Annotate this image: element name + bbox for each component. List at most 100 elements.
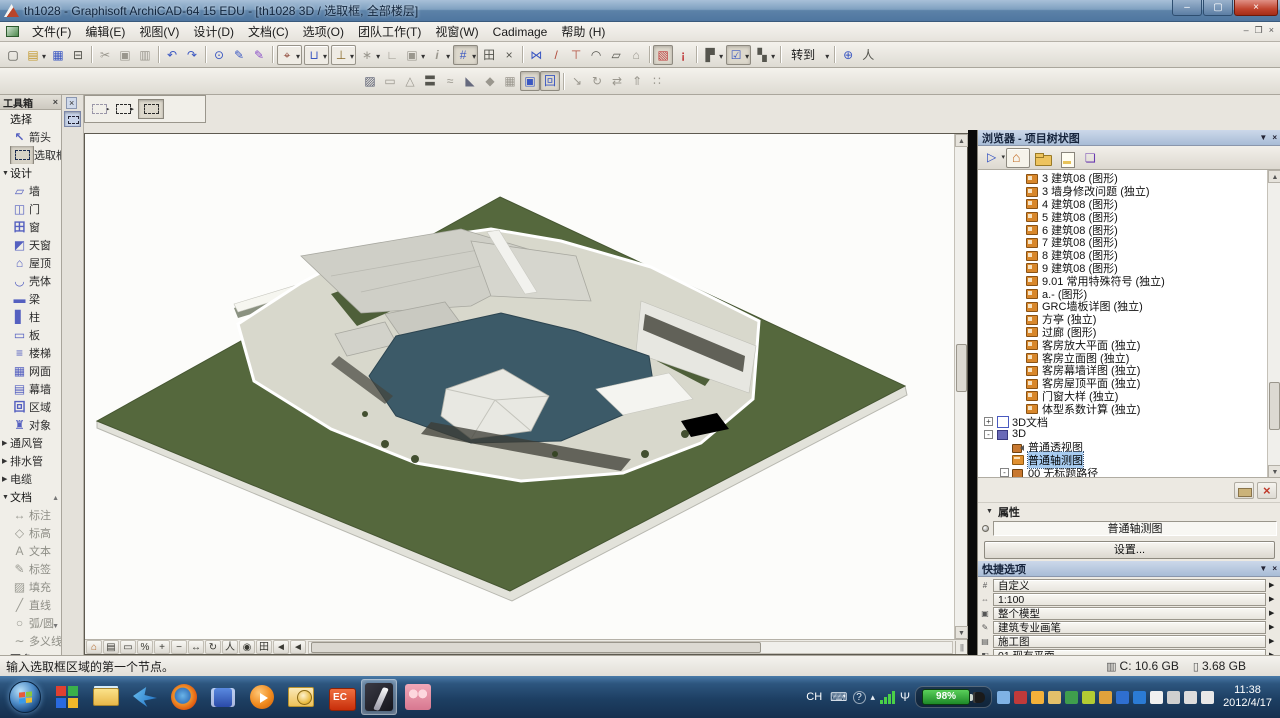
dropdown-caret-icon[interactable] — [41, 46, 46, 64]
roof-display-icon[interactable]: △ — [400, 71, 420, 91]
marquee-rectangle-icon[interactable] — [114, 102, 134, 116]
tree-expander-icon[interactable] — [1014, 251, 1023, 260]
quick-option-value[interactable]: 建筑专业画笔 — [993, 621, 1266, 634]
separator[interactable] — [519, 45, 526, 65]
separator[interactable] — [831, 45, 838, 65]
tree-item[interactable]: - 00 无标题路径 — [978, 466, 1266, 478]
onscreen-view-options-icon[interactable]: ☑ — [726, 45, 751, 65]
toolbox-item[interactable]: ▋ 柱 — [0, 308, 61, 326]
redo-icon[interactable]: ↷ — [182, 45, 202, 65]
tree-item[interactable]: 9.01 常用特殊符号 (独立) — [978, 274, 1266, 287]
save-icon[interactable]: ▦ — [48, 45, 68, 65]
mirror-icon[interactable]: ⇄ — [607, 71, 627, 91]
inject-parameters-icon[interactable]: ✎ — [249, 45, 269, 65]
tree-item[interactable]: 客房屋顶平面 (独立) — [978, 377, 1266, 390]
device-tray-icon[interactable] — [1167, 691, 1180, 704]
toolbox-item[interactable]: ↖ 箭头 — [0, 128, 61, 146]
gravity-icon[interactable]: ⊥ — [331, 45, 356, 65]
separator[interactable] — [269, 45, 276, 65]
marker-display-icon[interactable]: ◆ — [480, 71, 500, 91]
title-bar[interactable]: th1028 - Graphisoft ArchiCAD-64 15 EDU -… — [0, 0, 1280, 22]
walk-mode-icon[interactable]: 人 — [858, 45, 878, 65]
quick-option-value[interactable]: 自定义 — [993, 579, 1266, 592]
previous-zoom-icon[interactable]: ◄ — [273, 640, 289, 654]
tree-expander-icon[interactable] — [1014, 340, 1023, 349]
toolbox-item[interactable]: ▦ 网面 — [0, 362, 61, 380]
dropdown-caret-icon[interactable] — [295, 46, 300, 64]
quick-option-row[interactable]: ◧ 01 现有平面 — [980, 648, 1279, 655]
undo-icon[interactable]: ↶ — [162, 45, 182, 65]
menu-item[interactable]: 文档(C) — [241, 21, 296, 42]
toolbox-item[interactable]: ▭ 板 — [0, 326, 61, 344]
marquee-infobox-tab-icon[interactable] — [64, 111, 81, 127]
texture-display-icon[interactable]: ▦ — [500, 71, 520, 91]
tree-expander-icon[interactable]: - — [984, 430, 993, 439]
tree-expander-icon[interactable] — [1014, 379, 1023, 388]
tree-expander-icon[interactable] — [1014, 238, 1023, 247]
toolbox-item[interactable]: ≡ 楼梯 — [0, 344, 61, 362]
antenna-icon[interactable]: Ψ — [900, 690, 910, 704]
quick-option-arrow-icon[interactable] — [1269, 581, 1279, 589]
view-name-field[interactable]: 普通轴测图 — [993, 521, 1277, 536]
help-icon[interactable]: ? — [853, 691, 866, 704]
bird-app[interactable] — [127, 679, 163, 715]
lock-tray-icon[interactable] — [1099, 691, 1112, 704]
marquee-current-icon[interactable] — [138, 99, 164, 119]
tree-expander-icon[interactable]: - — [1000, 468, 1009, 477]
bluetooth-tray-icon[interactable] — [1116, 691, 1129, 704]
toolbox-item[interactable]: ◫ 门 — [0, 200, 61, 218]
infobox-close-icon[interactable]: × — [66, 97, 77, 109]
tree-expander-icon[interactable] — [1014, 289, 1023, 298]
stretch-icon[interactable]: ↘ — [567, 71, 587, 91]
tree-item[interactable]: 6 建筑08 (图形) — [978, 223, 1266, 236]
tree-expander-icon[interactable] — [1000, 443, 1009, 452]
tray-expand-icon[interactable]: ▴ — [871, 692, 876, 703]
mute-tray-icon[interactable] — [1201, 691, 1214, 704]
elevate-icon[interactable]: ⇑ — [627, 71, 647, 91]
zoom-options-icon[interactable]: ▤ — [103, 640, 119, 654]
frame-display-icon[interactable]: 回 — [540, 71, 560, 91]
fit-in-window-icon[interactable]: ▭ — [120, 640, 136, 654]
intersect-icon[interactable]: ⋈ — [526, 45, 546, 65]
new-folder-icon[interactable] — [1234, 482, 1254, 499]
toolbox-item[interactable]: 设计 — [0, 164, 61, 182]
split-icon[interactable]: / — [546, 45, 566, 65]
language-indicator[interactable]: CH — [803, 690, 825, 704]
toolbox-item[interactable]: 选取框 — [0, 146, 61, 164]
resize-icon[interactable]: ▱ — [606, 45, 626, 65]
web-globe-icon[interactable]: ⊕ — [838, 45, 858, 65]
marquee-display-icon[interactable]: ▧ — [653, 45, 673, 65]
windows-explorer[interactable] — [88, 679, 124, 715]
separator[interactable] — [777, 45, 784, 65]
groups-toggle-icon[interactable]: 田 — [479, 45, 499, 65]
mail-tray-icon[interactable] — [1048, 691, 1061, 704]
vertical-scrollbar[interactable]: ▲ ▼ — [954, 134, 967, 639]
toolbox-item[interactable]: ◇ 标高 — [0, 524, 61, 542]
tree-scroll-up-icon[interactable]: ▲ — [1268, 170, 1280, 183]
dropdown-caret-icon[interactable] — [718, 46, 723, 64]
tree-expander-icon[interactable] — [1014, 263, 1023, 272]
project-map-icon[interactable] — [1006, 148, 1030, 168]
toolbox-close-icon[interactable]: × — [53, 97, 58, 107]
toolbox-item[interactable]: 田 窗 — [0, 218, 61, 236]
zoom-window-icon[interactable]: 田 — [256, 640, 272, 654]
toolbox-item[interactable]: 排水管 — [0, 452, 61, 470]
quick-options-caption[interactable]: 快捷选项 ▼ × — [978, 561, 1280, 577]
quick-option-row[interactable]: ▣ 整个模型 — [980, 606, 1279, 620]
scroll-up-icon[interactable]: ▲ — [955, 134, 968, 147]
tree-expander-icon[interactable] — [1014, 302, 1023, 311]
pick-up-parameters-icon[interactable]: ✎ — [229, 45, 249, 65]
cut-icon[interactable]: ✂ — [95, 45, 115, 65]
quick-option-value[interactable]: 施工图 — [993, 635, 1266, 648]
start-button[interactable] — [4, 679, 46, 715]
safety-tray-icon[interactable] — [1082, 691, 1095, 704]
ec-app[interactable]: EC — [322, 679, 358, 715]
dropdown-caret-icon[interactable] — [744, 46, 749, 64]
drawing-order-icon[interactable]: ▛ — [700, 45, 725, 65]
display-tray-icon[interactable] — [997, 691, 1010, 704]
look-to-icon[interactable]: ◉ — [239, 640, 255, 654]
dropdown-caret-icon[interactable] — [322, 46, 327, 64]
tree-expander-icon[interactable] — [1014, 276, 1023, 285]
project-chooser-icon[interactable] — [982, 148, 1006, 168]
toolbox-item[interactable]: ✎ 标签 — [0, 560, 61, 578]
